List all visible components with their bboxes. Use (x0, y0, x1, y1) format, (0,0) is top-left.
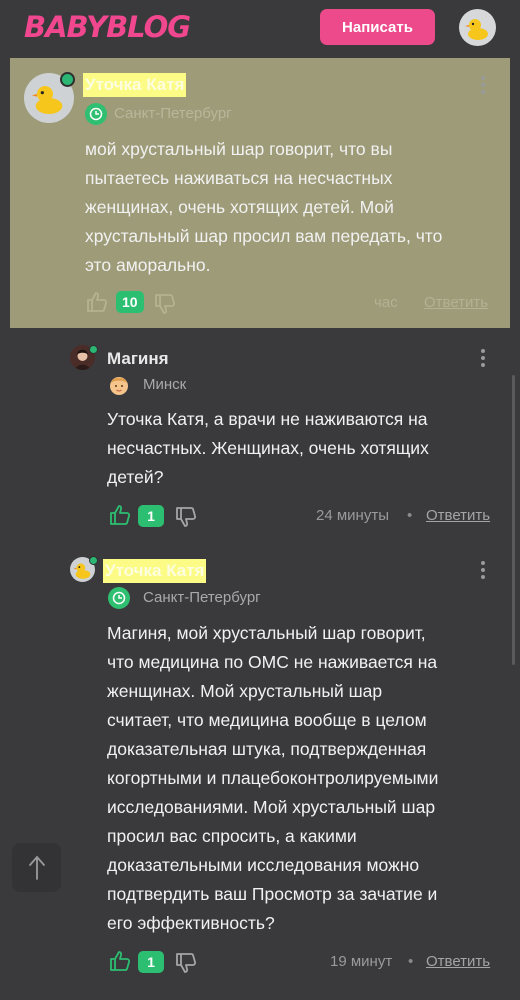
thumbs-up-icon[interactable] (108, 503, 132, 527)
reply-link[interactable]: Ответить (426, 507, 490, 524)
meta-separator: • (407, 507, 413, 524)
author-city: Минск (143, 376, 187, 393)
scrollbar[interactable] (512, 375, 515, 665)
author-city: Санкт-Петербург (114, 105, 232, 122)
comment-text: Уточка Катя, а врачи не наживаются на не… (107, 409, 429, 487)
thumbs-up-icon[interactable] (108, 949, 132, 973)
highlighted-comment: Уточка Катя Санкт-Петербург мой хрусталь… (10, 58, 510, 328)
scroll-to-top-button[interactable] (12, 843, 61, 892)
author-city: Санкт-Петербург (143, 589, 261, 606)
more-options-icon[interactable] (480, 349, 486, 367)
comment-time: час (374, 294, 398, 311)
user-avatar[interactable] (459, 9, 496, 46)
more-options-icon[interactable] (480, 76, 486, 94)
thumbs-down-icon[interactable] (174, 951, 198, 975)
clock-icon (108, 587, 130, 609)
babyblog-logo[interactable]: BABYBLOG (24, 10, 191, 44)
thumbs-down-icon[interactable] (174, 505, 198, 529)
online-status-dot (60, 72, 75, 87)
comment-time: 24 минуты (316, 507, 389, 524)
baby-face-icon (110, 377, 128, 395)
like-count-badge: 10 (116, 291, 144, 313)
meta-separator: • (408, 953, 414, 970)
comment-time: 19 минут (330, 953, 393, 970)
author-name[interactable]: Уточка Катя (83, 73, 187, 97)
comment-text: мой хрустальный шар говорит, что вы пыта… (85, 139, 443, 275)
thumbs-down-icon[interactable] (153, 292, 177, 316)
write-button[interactable]: Написать (320, 9, 435, 45)
duck-avatar-icon (464, 18, 488, 40)
more-options-icon[interactable] (480, 561, 486, 579)
author-name[interactable]: Магиня (107, 349, 169, 369)
comment-text: Магиня, мой хрустальный шар говорит, что… (107, 623, 439, 933)
reply-link[interactable]: Ответить (424, 294, 488, 311)
clock-icon (85, 103, 107, 125)
online-status-dot (89, 345, 98, 354)
reply-link[interactable]: Ответить (426, 953, 490, 970)
thumbs-up-icon[interactable] (85, 290, 109, 314)
like-count-badge: 1 (138, 951, 164, 973)
like-count-badge: 1 (138, 505, 164, 527)
top-header: BABYBLOG Написать (0, 0, 520, 56)
author-name[interactable]: Уточка Катя (103, 559, 207, 583)
online-status-dot (89, 556, 98, 565)
arrow-up-icon (28, 855, 45, 880)
